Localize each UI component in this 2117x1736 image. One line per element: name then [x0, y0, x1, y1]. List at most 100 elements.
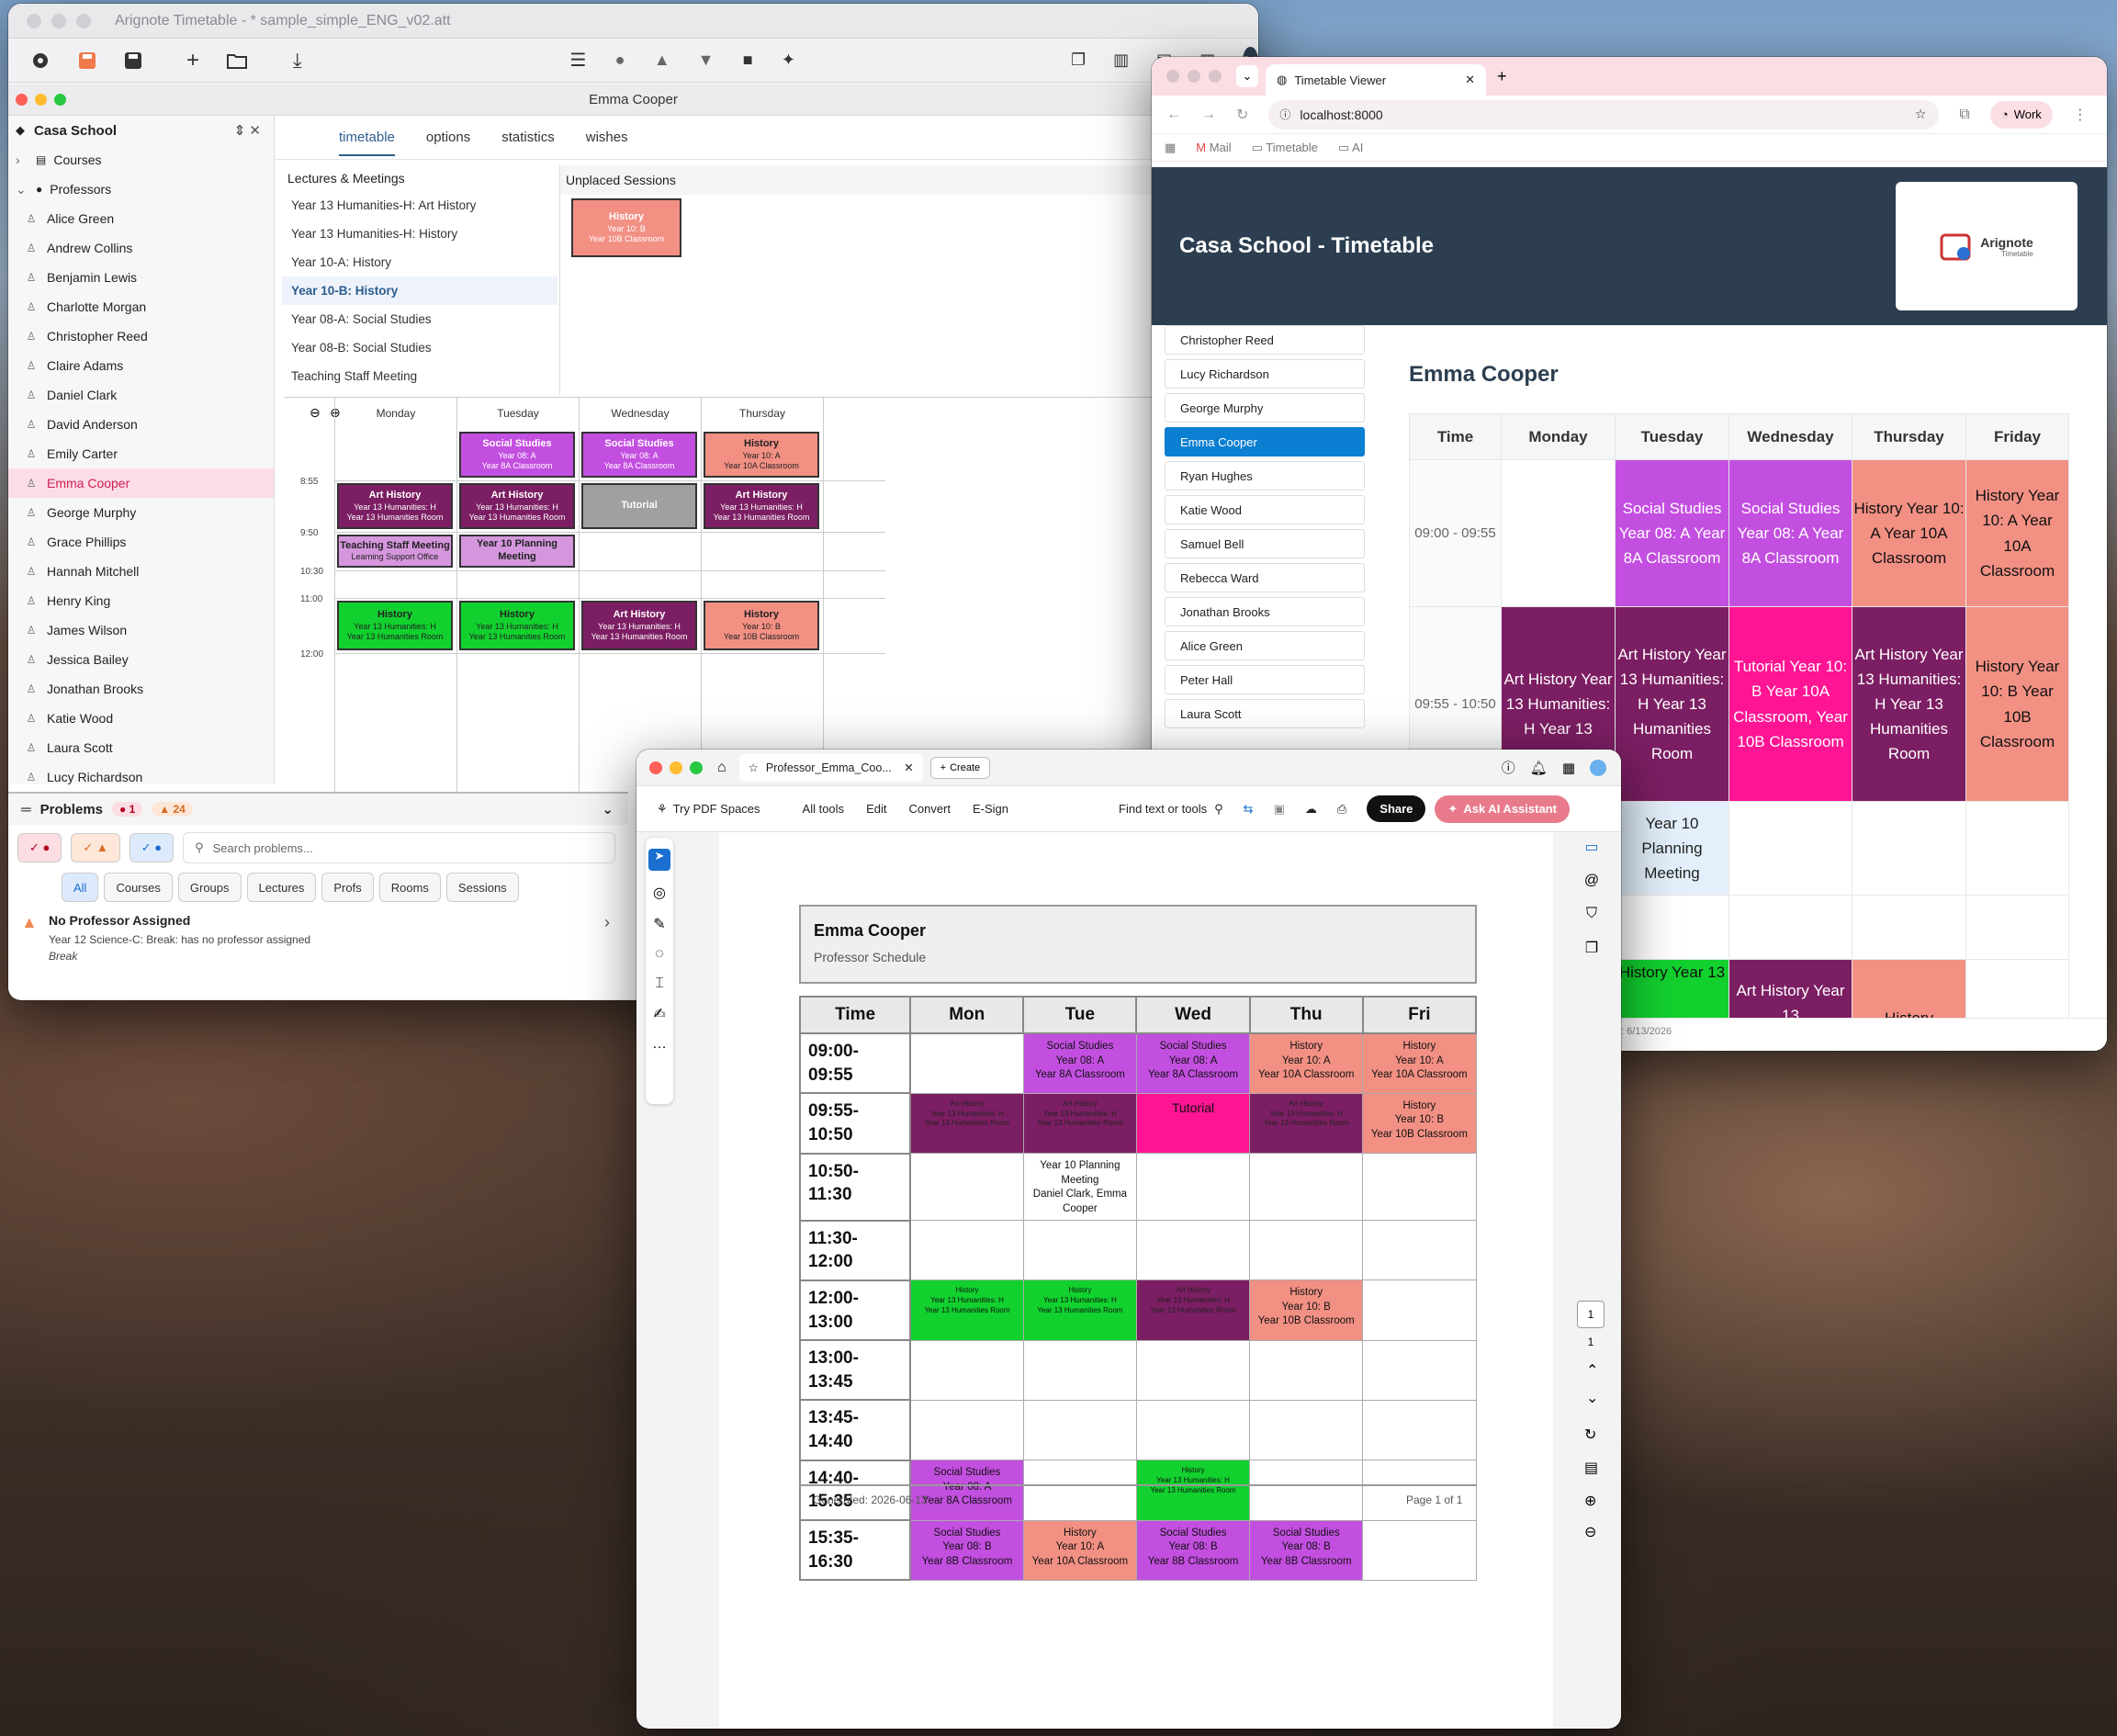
pdf-spaces-button[interactable]: ⚘ Try PDF Spaces	[657, 802, 760, 817]
schedule-cell[interactable]: Art History Year 13 Humanities: H Year 13 …	[1135, 1279, 1251, 1341]
schedule-cell[interactable]: Social Studies Year 08: A Year 8A Classroo…	[909, 1460, 1024, 1521]
columns-icon[interactable]: ▥	[1113, 50, 1129, 72]
cell-art-history[interactable]: Art History Year 13 Humanities: H Year 1…	[1615, 606, 1729, 802]
esign-menu[interactable]: E-Sign	[973, 802, 1008, 816]
professor-list-item[interactable]: Samuel Bell	[1165, 529, 1365, 558]
bookmark-timetable[interactable]: ▭ Timetable	[1252, 141, 1318, 155]
close-button[interactable]	[27, 13, 41, 28]
schedule-cell[interactable]: Year 10 Planning Meeting Daniel Clark, Em…	[1022, 1153, 1137, 1222]
sidebar-item-professor[interactable]: ♙ Charlotte Morgan	[8, 292, 274, 321]
text-tool-icon[interactable]: ⌶	[646, 975, 673, 992]
cell-history[interactable]: History Year 10: A Year 10A Classroom	[1965, 459, 2069, 607]
professor-list-item[interactable]: Emma Cooper	[1165, 427, 1365, 457]
convert-menu[interactable]: Convert	[908, 802, 951, 816]
zoom-button[interactable]	[1209, 70, 1222, 83]
professor-list-item[interactable]: Peter Hall	[1165, 665, 1365, 694]
extensions-icon[interactable]: ⧉	[1959, 107, 1969, 123]
session-block[interactable]: Year 10 Planning Meeting	[459, 535, 575, 568]
copy-icon[interactable]: ❐	[1573, 939, 1610, 957]
sort-icon[interactable]: ⇕ ✕	[234, 122, 261, 139]
zoom-in-icon[interactable]: ⊕	[1584, 1492, 1596, 1510]
page-up-icon[interactable]: ⌃	[1586, 1361, 1598, 1380]
sidebar-item-professor[interactable]: ♙ Christopher Reed	[8, 321, 274, 351]
bell-icon[interactable]: 🔔︎	[1530, 760, 1548, 776]
sidebar-item-professor[interactable]: ♙ Daniel Clark	[8, 380, 274, 410]
sidebar-item-professor[interactable]: ♙ Katie Wood	[8, 704, 274, 733]
warnings-toggle[interactable]: ✓ ▲	[71, 833, 120, 862]
account-icon[interactable]	[1590, 759, 1606, 776]
professor-list-item[interactable]: Laura Scott	[1165, 699, 1365, 728]
cell-art-history[interactable]: Art History Year 13 Humanities: H Year 1…	[1852, 606, 1966, 802]
schedule-cell[interactable]: History Year 13 Humanities: H Year 13 Huma…	[1135, 1460, 1251, 1521]
sidebar-item-professor[interactable]: ♙ Hannah Mitchell	[8, 557, 274, 586]
thumbs-down-icon[interactable]: ▼	[698, 50, 715, 72]
more-tools-icon[interactable]: …	[646, 1036, 673, 1053]
reload-icon[interactable]: ↻	[1236, 106, 1248, 124]
filter-all[interactable]: All	[62, 873, 99, 902]
close-tab-icon[interactable]: ✕	[1465, 73, 1475, 87]
pdf-tab[interactable]: ☆ Professor_Emma_Coo... ✕	[738, 753, 923, 782]
help-icon[interactable]: ⓘ	[1502, 758, 1515, 777]
close-button[interactable]	[1166, 70, 1179, 83]
schedule-cell[interactable]: Tutorial	[1135, 1092, 1251, 1155]
close-tab-icon[interactable]: ✕	[904, 761, 913, 774]
cell-history[interactable]: History Year 10: B Year 10B Classroom	[1965, 606, 2069, 802]
minimize-button[interactable]	[670, 761, 682, 774]
all-tools-menu[interactable]: All tools	[803, 802, 845, 816]
folder-icon[interactable]	[227, 50, 248, 72]
professor-list-item[interactable]: Rebecca Ward	[1165, 563, 1365, 592]
sidebar-item-professor[interactable]: ♙ Andrew Collins	[8, 233, 274, 263]
fit-page-icon[interactable]: ▤	[1584, 1459, 1598, 1477]
zoom-button[interactable]	[690, 761, 703, 774]
professor-list-item[interactable]: Katie Wood	[1165, 495, 1365, 524]
back-icon[interactable]: ←	[1166, 107, 1181, 123]
sidebar-item-professor[interactable]: ♙ Laura Scott	[8, 733, 274, 762]
sidebar-item-professor[interactable]: ♙ Benjamin Lewis	[8, 263, 274, 292]
apps-icon[interactable]: ▦	[1562, 760, 1575, 776]
session-block[interactable]: Art History Year 13 Humanities: H Year 13 …	[581, 601, 697, 650]
sidebar-item-professor[interactable]: ♙ Henry King	[8, 586, 274, 615]
sidebar-item-professor[interactable]: ♙ Jessica Bailey	[8, 645, 274, 674]
apps-icon[interactable]: ▦	[1165, 141, 1176, 155]
session-block[interactable]: Art History Year 13 Humanities: H Year 13 …	[704, 483, 819, 529]
page-down-icon[interactable]: ⌄	[1586, 1389, 1598, 1407]
page-number-box[interactable]: 1	[1577, 1301, 1605, 1328]
sidebar-item-professor[interactable]: ♙ Lucy Richardson	[8, 762, 274, 792]
cell-social-studies[interactable]: Social Studies Year 08: A Year 8A Classr…	[1729, 459, 1852, 607]
lecture-item[interactable]: Year 10-B: History	[282, 276, 557, 305]
professor-list-item[interactable]: Christopher Reed	[1165, 325, 1365, 355]
tab-list-icon[interactable]: ⌄	[1236, 65, 1258, 87]
save-icon[interactable]	[78, 50, 96, 72]
schedule-cell[interactable]: Art History Year 13 Humanities: H Year 13 …	[1249, 1092, 1364, 1155]
upload-icon[interactable]: ☁	[1305, 802, 1317, 817]
errors-toggle[interactable]: ✓ ●	[17, 833, 62, 862]
new-tab-icon[interactable]: +	[1497, 67, 1507, 86]
professor-list-item[interactable]: Ryan Hughes	[1165, 461, 1365, 490]
download-icon[interactable]: ⤓	[291, 49, 303, 72]
find-tools[interactable]: Find text or tools ⚲	[1119, 802, 1223, 817]
schedule-cell[interactable]: Social Studies Year 08: A Year 8A Classroo…	[1135, 1032, 1251, 1094]
filter-rooms[interactable]: Rooms	[378, 873, 441, 902]
schedule-cell[interactable]: Art History Year 13 Humanities: H Year 13 …	[1022, 1092, 1137, 1155]
tab-timetable[interactable]: timetable	[339, 130, 395, 156]
session-block[interactable]: Tutorial	[581, 483, 697, 529]
problems-search[interactable]: ⚲ Search problems...	[183, 832, 615, 863]
at-icon[interactable]: @	[1573, 873, 1610, 889]
cell-history[interactable]: History Year 10: A Year 10A Classroom	[1852, 459, 1966, 607]
sidebar-item-professor[interactable]: ♙ James Wilson	[8, 615, 274, 645]
sign-tool-icon[interactable]: ✍	[646, 1005, 673, 1023]
tree-professors[interactable]: ⌄ ● Professors	[8, 175, 274, 204]
clear-list-icon[interactable]: ☰	[569, 50, 586, 72]
share-button[interactable]: Share	[1367, 795, 1426, 822]
sidebar-item-professor[interactable]: ♙ Alice Green	[8, 204, 274, 233]
schedule-cell[interactable]: History Year 10: A Year 10A Classroom	[1022, 1519, 1137, 1581]
profile-chip[interactable]: ◔ Work	[1989, 100, 2053, 129]
professor-list-item[interactable]: George Murphy	[1165, 393, 1365, 423]
schedule-cell[interactable]: Social Studies Year 08: B Year 8B Classroo…	[1249, 1519, 1364, 1581]
minimize-button[interactable]	[51, 13, 66, 28]
schedule-cell[interactable]: History Year 13 Humanities: H Year 13 Huma…	[1022, 1279, 1137, 1341]
thumbs-up-icon[interactable]: ▲	[654, 50, 670, 72]
bookmark-mail[interactable]: M Mail	[1196, 141, 1231, 154]
ai-assistant-button[interactable]: ✦ Ask AI Assistant	[1435, 795, 1570, 823]
lecture-item[interactable]: Teaching Staff Meeting	[282, 362, 557, 390]
